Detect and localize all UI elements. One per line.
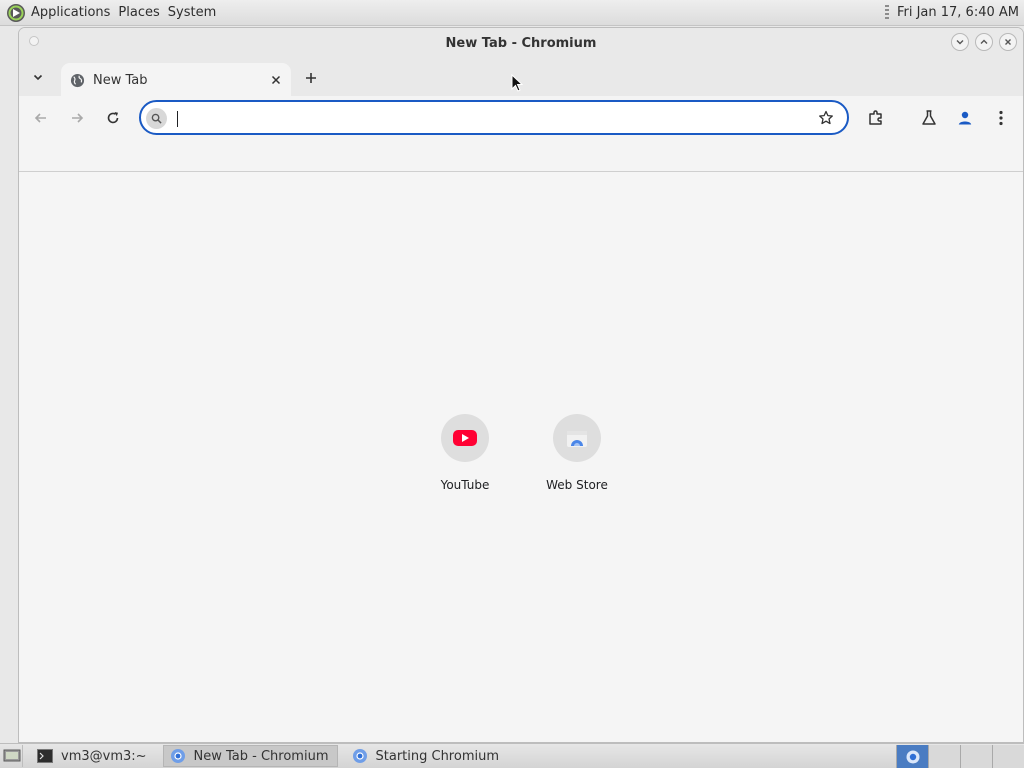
window-title: New Tab - Chromium xyxy=(445,36,597,51)
arrow-right-icon xyxy=(72,113,84,123)
shortcut-youtube[interactable]: YouTube xyxy=(409,414,521,502)
system-menu[interactable]: System xyxy=(168,3,216,22)
maximize-button[interactable] xyxy=(975,33,993,51)
distro-logo-icon[interactable] xyxy=(6,3,26,23)
new-tab-page: YouTube Web Store xyxy=(19,177,1023,742)
browser-window: New Tab - Chromium New Tab YouTube Web S… xyxy=(18,27,1024,743)
places-menu[interactable]: Places xyxy=(118,3,159,22)
applications-menu[interactable]: Applications xyxy=(31,3,110,22)
window-titlebar[interactable]: New Tab - Chromium xyxy=(19,28,1023,59)
window-controls xyxy=(951,33,1017,51)
bottom-taskbar: vm3@vm3:~ New Tab - Chromium Starting Ch… xyxy=(0,743,1024,768)
shortcut-web-store[interactable]: Web Store xyxy=(521,414,633,502)
tab-new-tab[interactable]: New Tab xyxy=(61,63,291,97)
forward-button[interactable] xyxy=(64,105,90,131)
panel-grip-icon xyxy=(884,4,889,21)
tab-title: New Tab xyxy=(93,72,148,88)
labs-button[interactable] xyxy=(917,106,941,130)
person-icon xyxy=(958,111,972,125)
shortcut-label: Web Store xyxy=(546,478,608,492)
text-caret xyxy=(177,111,178,127)
toolbar-bottom-area xyxy=(19,140,1023,172)
taskbar-item-label: New Tab - Chromium xyxy=(193,748,329,764)
web-store-icon xyxy=(553,414,601,462)
globe-icon xyxy=(69,72,85,88)
kebab-menu-icon xyxy=(999,110,1003,126)
profile-button[interactable] xyxy=(953,106,977,130)
chromium-icon xyxy=(170,748,186,764)
youtube-icon xyxy=(441,414,489,462)
address-bar[interactable] xyxy=(139,100,849,135)
arrow-left-icon xyxy=(34,113,46,123)
show-desktop-button[interactable] xyxy=(1,745,23,767)
workspace-switcher xyxy=(896,745,1024,768)
workspace-3[interactable] xyxy=(960,745,992,768)
taskbar-item-terminal[interactable]: vm3@vm3:~ xyxy=(31,745,155,767)
close-tab-icon[interactable] xyxy=(268,72,284,88)
address-input[interactable] xyxy=(177,106,797,129)
desktop-icon xyxy=(3,749,20,762)
extensions-button[interactable] xyxy=(864,106,888,130)
minimize-button[interactable] xyxy=(951,33,969,51)
tab-search-button[interactable] xyxy=(27,66,49,88)
mouse-pointer-icon xyxy=(511,74,523,92)
workspace-1[interactable] xyxy=(896,745,928,768)
new-tab-button[interactable] xyxy=(300,67,322,89)
bookmark-star-icon[interactable] xyxy=(817,109,835,127)
chromium-icon xyxy=(906,750,919,763)
close-window-button[interactable] xyxy=(999,33,1017,51)
back-button[interactable] xyxy=(28,105,54,131)
chevron-down-icon xyxy=(33,74,43,81)
taskbar-item-chromium[interactable]: New Tab - Chromium xyxy=(162,745,338,767)
top-panel: Applications Places System Fri Jan 17, 6… xyxy=(0,0,1024,26)
terminal-icon xyxy=(37,748,53,764)
shortcut-label: YouTube xyxy=(440,478,490,492)
chromium-icon xyxy=(352,748,368,764)
puzzle-icon xyxy=(869,110,882,125)
window-menu-icon[interactable] xyxy=(29,36,39,46)
reload-icon xyxy=(107,112,119,124)
workspace-2[interactable] xyxy=(928,745,960,768)
plus-icon xyxy=(306,73,316,83)
workspace-4[interactable] xyxy=(992,745,1024,768)
menu-button[interactable] xyxy=(989,106,1013,130)
taskbar-item-label: Starting Chromium xyxy=(375,748,500,764)
flask-icon xyxy=(922,110,936,125)
taskbar-item-starting-chromium[interactable]: Starting Chromium xyxy=(346,745,508,767)
browser-toolbar xyxy=(19,96,1023,140)
search-icon xyxy=(146,108,167,129)
clock[interactable]: Fri Jan 17, 6:40 AM xyxy=(897,5,1019,20)
reload-button[interactable] xyxy=(100,105,126,131)
taskbar-item-label: vm3@vm3:~ xyxy=(61,748,147,764)
